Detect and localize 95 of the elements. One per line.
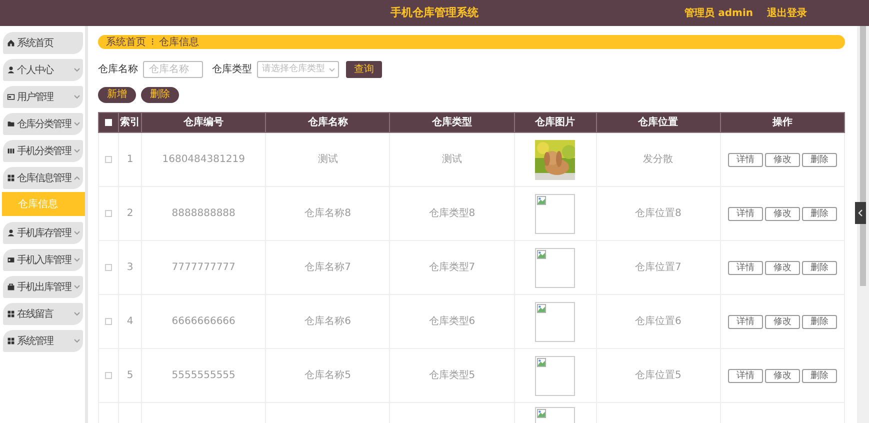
logout-link[interactable]: 退出登录 — [767, 6, 807, 20]
field-label: 仓库名称 — [98, 62, 138, 77]
edit-button[interactable]: 修改 — [764, 315, 800, 329]
sidebar-item[interactable]: 系统首页 — [3, 32, 83, 54]
collapse-tab[interactable] — [855, 202, 866, 224]
broken-image-icon — [535, 356, 576, 396]
column-header: 仓库名称 — [266, 112, 390, 132]
delete-button[interactable]: 删除 — [802, 369, 837, 383]
table-cell: 仓库名称8 — [304, 208, 351, 219]
table-cell: 7777777777 — [172, 262, 236, 273]
table-cell: 仓库名称5 — [304, 370, 351, 381]
breadcrumb-current: 仓库信息 — [159, 36, 200, 50]
column-header: 操作 — [720, 112, 844, 132]
user-icon — [7, 229, 15, 237]
row-checkbox[interactable] — [105, 156, 112, 163]
table-cell: 仓库类型7 — [428, 262, 476, 273]
table-cell: 发分散 — [643, 154, 674, 165]
sidebar-item[interactable]: 手机出库管理 — [3, 276, 83, 298]
delete-button[interactable]: 删除 — [802, 315, 837, 329]
table-cell: 仓库位置6 — [634, 316, 682, 327]
sidebar-item[interactable]: 系统管理 — [3, 330, 83, 352]
detail-button[interactable]: 详情 — [728, 207, 763, 221]
table-cell: 8888888888 — [172, 208, 236, 219]
detail-button[interactable]: 详情 — [728, 315, 763, 329]
table-cell: 仓库类型8 — [428, 208, 476, 219]
table-cell: 6666666666 — [172, 316, 236, 327]
search-button[interactable]: 查询 — [346, 61, 382, 78]
column-header: 索引 — [118, 112, 142, 132]
folder-icon — [7, 120, 15, 128]
user-icon — [7, 66, 15, 74]
row-index: 2 — [126, 208, 134, 219]
sidebar-item[interactable]: 仓库信息管理 — [3, 167, 83, 189]
row-checkbox[interactable] — [105, 372, 112, 379]
sidebar-item[interactable]: 手机分类管理 — [3, 140, 83, 162]
row-index: 5 — [126, 370, 134, 381]
broken-image-icon — [535, 302, 576, 342]
app-title: 手机仓库管理系统 — [390, 4, 478, 21]
sidebar-item[interactable]: 手机入库管理 — [3, 249, 83, 271]
field-label: 仓库类型 — [212, 62, 252, 77]
delete-button[interactable]: 删除 — [802, 207, 837, 221]
table-cell: 仓库位置7 — [634, 262, 682, 273]
grid-icon — [7, 310, 15, 318]
table-cell: 仓库位置5 — [634, 370, 682, 381]
row-checkbox[interactable] — [105, 318, 112, 325]
delete-button[interactable]: 删除 — [802, 153, 837, 167]
columns-icon — [7, 147, 15, 155]
id-card-icon — [7, 256, 15, 264]
grid-icon — [7, 337, 15, 345]
table-cell: 5555555555 — [172, 370, 236, 381]
edit-button[interactable]: 修改 — [764, 369, 800, 383]
chevron-left-icon — [858, 209, 863, 217]
scrollbar[interactable] — [857, 26, 869, 423]
table-cell: 测试 — [442, 154, 462, 165]
edit-button[interactable]: 修改 — [764, 153, 800, 167]
breadcrumb-separator: ⁝ — [151, 36, 154, 50]
breadcrumb-link[interactable]: 系统首页 — [106, 34, 146, 50]
column-header: 仓库图片 — [514, 112, 596, 132]
detail-button[interactable]: 详情 — [728, 261, 763, 275]
detail-button[interactable]: 详情 — [728, 369, 763, 383]
column-header: 仓库类型 — [390, 112, 514, 132]
id-card-icon — [7, 93, 15, 101]
home-icon — [7, 39, 15, 47]
broken-image-icon — [535, 248, 576, 288]
row-index: 1 — [126, 154, 134, 165]
table-cell: 测试 — [318, 154, 338, 165]
row-checkbox[interactable] — [105, 210, 112, 217]
sidebar-item[interactable]: 仓库分类管理 — [3, 113, 83, 135]
chevron-icon — [329, 68, 335, 72]
bag-icon — [7, 283, 15, 291]
sidebar-item[interactable]: 用户管理 — [3, 86, 83, 108]
table-cell: 仓库位置8 — [634, 208, 682, 219]
broken-image-icon — [535, 194, 576, 234]
add-button[interactable]: 新增 — [98, 87, 136, 103]
row-index: 3 — [126, 262, 134, 273]
column-header: 仓库位置 — [596, 112, 720, 132]
sidebar-item[interactable]: 在线留言 — [3, 303, 83, 325]
sidebar-item[interactable]: 手机库存管理 — [3, 222, 83, 244]
user-label: 管理员 admin — [684, 6, 753, 20]
detail-button[interactable]: 详情 — [728, 153, 763, 167]
select-all-checkbox[interactable] — [105, 118, 112, 126]
row-index: 4 — [126, 316, 134, 327]
column-header: 仓库编号 — [142, 112, 266, 132]
name-field[interactable]: 仓库名称 — [143, 61, 203, 78]
row-checkbox[interactable] — [105, 264, 112, 271]
delete-button[interactable]: 删除 — [141, 87, 179, 103]
grid-icon — [7, 174, 15, 182]
delete-button[interactable]: 删除 — [802, 261, 837, 275]
table-cell: 仓库名称6 — [304, 316, 351, 327]
edit-button[interactable]: 修改 — [764, 207, 800, 221]
table-cell: 仓库类型6 — [428, 316, 476, 327]
table-cell: 仓库名称7 — [304, 262, 351, 273]
edit-button[interactable]: 修改 — [764, 261, 800, 275]
table-cell: 仓库类型5 — [428, 370, 476, 381]
table-cell: 1680484381219 — [162, 154, 245, 165]
sidebar-item[interactable]: 个人中心 — [3, 59, 83, 81]
